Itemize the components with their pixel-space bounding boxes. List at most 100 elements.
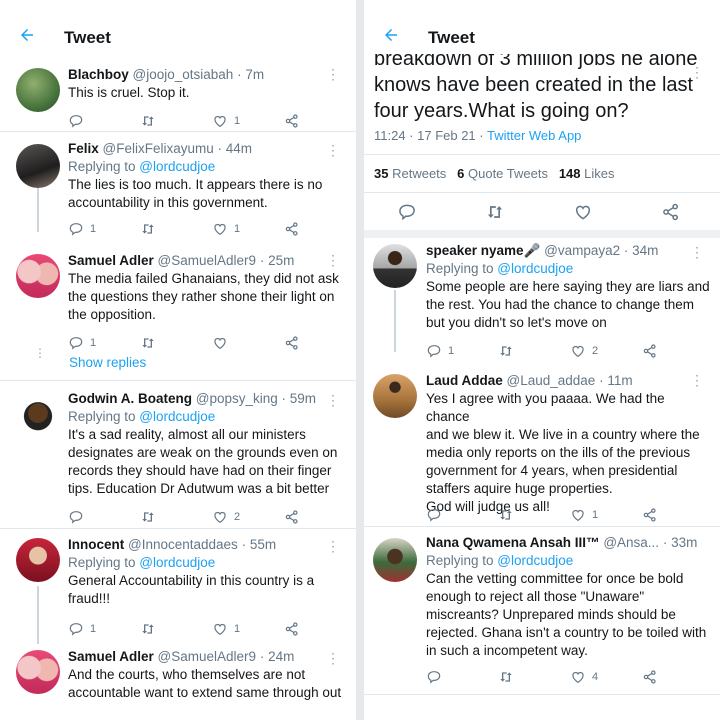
retweet-button[interactable] (498, 668, 520, 686)
more-icon[interactable]: ⋮ (690, 64, 704, 81)
author-handle[interactable]: @Laud_addae (507, 373, 596, 388)
reply-button[interactable]: 1 (68, 220, 96, 238)
reply-button[interactable] (426, 506, 448, 524)
replying-to-label: Replying to (426, 261, 498, 276)
replying-to-mention[interactable]: @lordcudjoe (497, 261, 573, 276)
retweet-button[interactable] (140, 508, 162, 526)
share-button[interactable] (642, 342, 658, 360)
author-handle[interactable]: @Ansa... (603, 535, 659, 550)
share-button[interactable] (284, 334, 300, 352)
reply-tweet[interactable]: ⋮ speaker nyame🎤 @vampaya2 · 34m Replyin… (364, 238, 720, 362)
retweet-icon (142, 224, 154, 234)
retweet-button[interactable] (498, 342, 520, 360)
like-button[interactable]: 1 (212, 620, 240, 638)
author-name[interactable]: Innocent (68, 537, 124, 552)
avatar[interactable] (16, 650, 60, 694)
tweet-text-line: the questions they rather shone their li… (68, 289, 335, 304)
author-name[interactable]: Laud Addae (426, 373, 503, 388)
like-button[interactable] (212, 334, 234, 352)
reply-tweet[interactable]: ⋮ Laud Addae @Laud_addae · 11m Yes I agr… (364, 366, 720, 524)
like-button[interactable]: 2 (570, 342, 598, 360)
source-app-link[interactable]: Twitter Web App (487, 128, 581, 143)
share-button[interactable] (284, 620, 300, 638)
back-arrow-icon[interactable] (382, 26, 400, 44)
retweet-button[interactable] (140, 220, 162, 238)
reply-button[interactable]: 1 (68, 620, 96, 638)
tweet-text-line: And the courts, who themselves are not (68, 667, 306, 682)
author-handle[interactable]: @SamuelAdler9 (158, 253, 257, 268)
replying-to-mention[interactable]: @lordcudjoe (139, 409, 215, 424)
share-button[interactable] (284, 508, 300, 526)
retweet-button[interactable] (498, 506, 520, 524)
reply-tweet[interactable]: ⋮ Innocent @Innocentaddaes · 55m Replyin… (0, 532, 356, 640)
retweet-button[interactable] (140, 620, 162, 638)
likes-count: 148 (558, 166, 581, 181)
reply-tweet[interactable]: ⋮ Blachboy @joojo_otsiabah · 7m This is … (0, 58, 356, 128)
author-name[interactable]: speaker nyame (426, 243, 524, 258)
heart-icon (572, 671, 584, 684)
back-arrow-icon[interactable] (18, 26, 36, 44)
reply-button[interactable]: 1 (68, 334, 96, 352)
like-count: 2 (234, 511, 241, 523)
action-bar: 4 (426, 668, 686, 686)
reply-button[interactable] (426, 668, 448, 686)
share-button[interactable] (642, 506, 658, 524)
tweet-text-line: Yes I agree with you paaaa. We had the c… (426, 391, 665, 424)
reply-tweet[interactable]: ⋮ Godwin A. Boateng @popsy_king · 59m Re… (0, 384, 356, 524)
tweet-time: · 34m (623, 243, 659, 258)
share-button[interactable] (642, 668, 658, 686)
avatar[interactable] (16, 144, 60, 188)
replying-to-mention[interactable]: @lordcudjoe (497, 553, 573, 568)
like-button[interactable]: 1 (212, 112, 240, 130)
author-handle[interactable]: @vampaya2 (544, 243, 620, 258)
author-name[interactable]: Godwin A. Boateng (68, 391, 192, 406)
reply-icon[interactable] (397, 202, 417, 222)
reply-button[interactable]: 1 (426, 342, 454, 360)
avatar[interactable] (373, 244, 417, 288)
retweet-button[interactable] (140, 112, 162, 130)
like-button[interactable]: 1 (212, 220, 240, 238)
avatar[interactable] (16, 68, 60, 112)
heart-icon[interactable] (573, 202, 593, 222)
share-button[interactable] (284, 112, 300, 130)
reply-tweet[interactable]: ⋮ Samuel Adler @SamuelAdler9 · 25m The m… (0, 244, 356, 350)
retweet-icon[interactable] (485, 202, 505, 222)
top-bar: Tweet (364, 0, 720, 54)
author-handle[interactable]: @FelixFelixayumu (103, 141, 214, 156)
share-icon[interactable] (661, 202, 681, 222)
show-replies-link[interactable]: Show replies (69, 355, 146, 370)
like-button[interactable]: 1 (570, 506, 598, 524)
reply-tweet[interactable]: ⋮ Felix @FelixFelixayumu · 44m Replying … (0, 134, 356, 240)
replying-to-mention[interactable]: @lordcudjoe (139, 159, 215, 174)
retweets-count: 35 (374, 166, 389, 181)
author-handle[interactable]: @joojo_otsiabah (133, 67, 234, 82)
avatar[interactable] (16, 392, 60, 436)
quote-tweets-stat[interactable]: 6 Quote Tweets (457, 166, 548, 181)
reply-button[interactable] (68, 112, 90, 130)
author-name[interactable]: Samuel Adler (68, 649, 154, 664)
like-count: 1 (592, 509, 599, 521)
retweets-stat[interactable]: 35 Retweets (374, 166, 446, 181)
likes-stat[interactable]: 148 Likes (559, 166, 615, 181)
reply-tweet[interactable]: ⋮ Samuel Adler @SamuelAdler9 · 24m And t… (0, 644, 356, 720)
author-name[interactable]: Nana Qwamena Ansah III™ (426, 535, 600, 550)
author-name[interactable]: Blachboy (68, 67, 129, 82)
reply-count: 1 (90, 223, 97, 235)
like-button[interactable]: 4 (570, 668, 598, 686)
avatar[interactable] (373, 374, 417, 418)
author-name[interactable]: Felix (68, 141, 99, 156)
author-handle[interactable]: @Innocentaddaes (128, 537, 238, 552)
author-name[interactable]: Samuel Adler (68, 253, 154, 268)
retweet-button[interactable] (140, 334, 162, 352)
avatar[interactable] (373, 538, 417, 582)
author-handle[interactable]: @SamuelAdler9 (158, 649, 257, 664)
reply-button[interactable] (68, 508, 90, 526)
share-button[interactable] (284, 220, 300, 238)
reply-tweet[interactable]: Nana Qwamena Ansah III™ @Ansa... · 33m R… (364, 530, 720, 690)
author-handle[interactable]: @popsy_king (196, 391, 278, 406)
action-bar: 1 2 (426, 342, 686, 360)
like-button[interactable]: 2 (212, 508, 240, 526)
replying-to-mention[interactable]: @lordcudjoe (139, 555, 215, 570)
avatar[interactable] (16, 254, 60, 298)
avatar[interactable] (16, 538, 60, 582)
